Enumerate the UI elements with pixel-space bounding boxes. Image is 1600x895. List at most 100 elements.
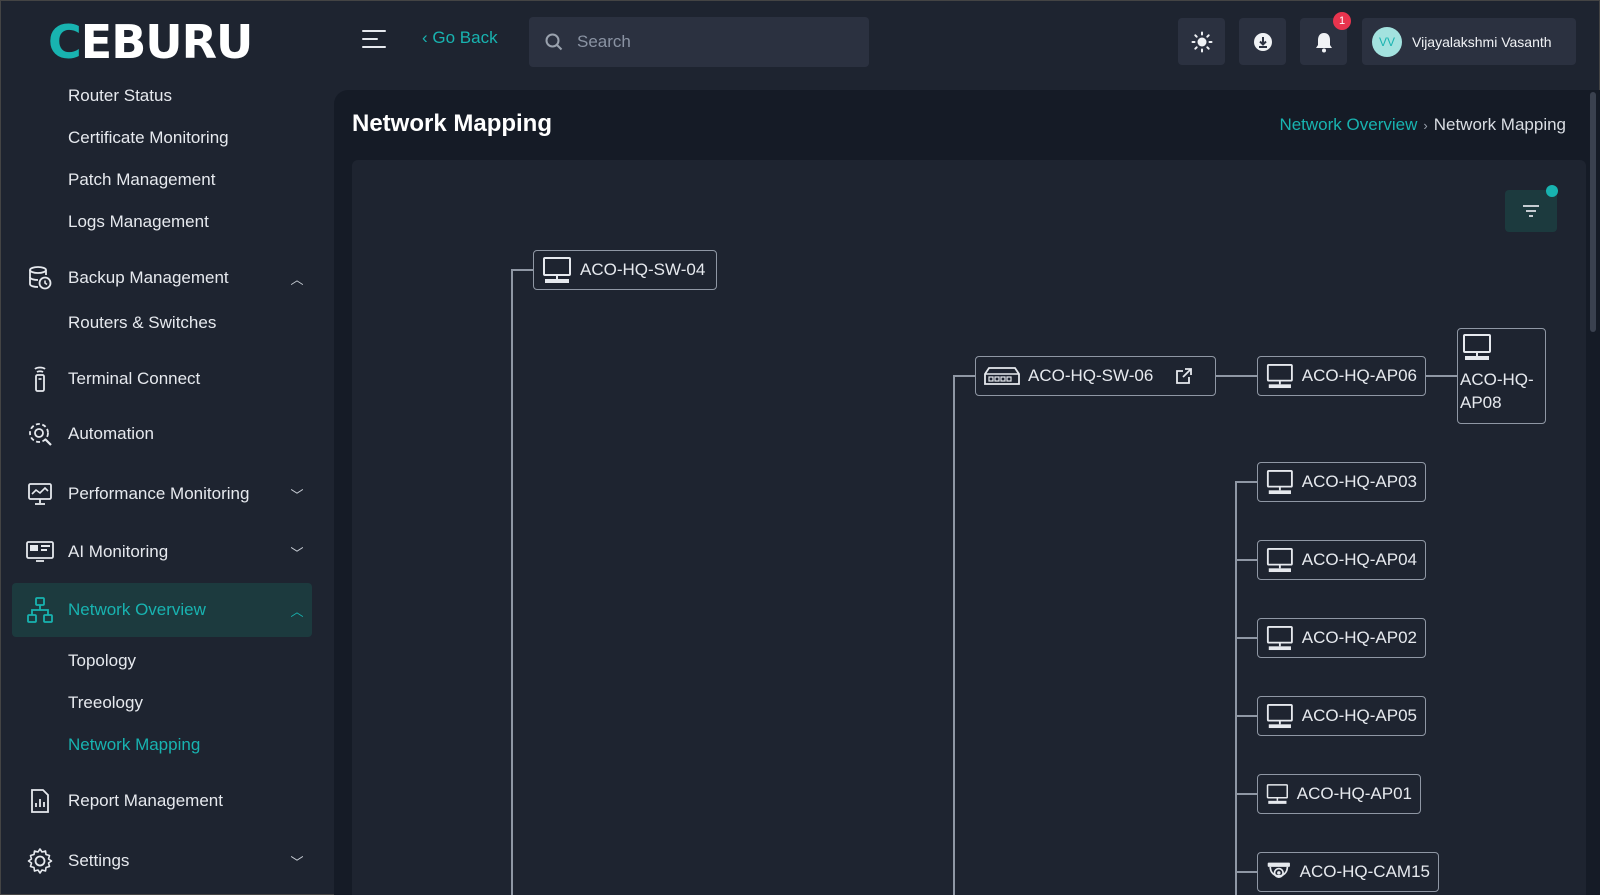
connector-line xyxy=(1235,559,1257,561)
sidebar-label: Report Management xyxy=(68,791,223,810)
report-icon xyxy=(31,789,49,813)
node-label: ACO-HQ-AP04 xyxy=(1301,550,1417,569)
sidebar-item-patch-management[interactable]: Patch Management xyxy=(68,170,215,190)
bell-icon xyxy=(1315,32,1332,52)
monitor-icon xyxy=(1266,469,1293,495)
connector-line xyxy=(1235,793,1257,795)
sidebar-item-report-management[interactable]: Report Management xyxy=(12,774,312,828)
theme-toggle-button[interactable] xyxy=(1178,18,1225,65)
map-node-ap02[interactable]: ACO-HQ-AP02 xyxy=(1257,618,1426,658)
chevron-down-icon: ﹀ xyxy=(290,545,304,561)
connector-line xyxy=(511,269,533,271)
switch-icon xyxy=(984,367,1020,385)
node-label: ACO-HQ-CAM15 xyxy=(1299,862,1430,881)
connector-line xyxy=(1235,715,1257,717)
node-label: ACO-HQ-AP05 xyxy=(1301,706,1417,725)
node-label: ACO-HQ-AP02 xyxy=(1301,628,1417,647)
sidebar-item-network-overview[interactable]: Network Overview ︿ xyxy=(12,583,312,637)
sidebar-item-settings[interactable]: Settings ﹀ xyxy=(12,834,312,888)
connector-line xyxy=(1235,871,1257,873)
monitor-icon xyxy=(1266,363,1293,389)
filter-active-dot xyxy=(1546,185,1558,197)
node-label: ACO-HQ-AP08 xyxy=(1460,370,1534,412)
breadcrumb-link-network-overview[interactable]: Network Overview xyxy=(1279,115,1417,134)
sidebar-item-treeology[interactable]: Treeology xyxy=(68,693,143,713)
download-button[interactable] xyxy=(1239,18,1286,65)
chevron-up-icon: ︿ xyxy=(290,271,304,287)
connector-line xyxy=(1235,481,1257,483)
connector-line xyxy=(1425,375,1457,377)
filter-icon xyxy=(1523,205,1539,217)
sidebar-item-routers-switches[interactable]: Routers & Switches xyxy=(68,313,216,333)
sidebar-label: Network Overview xyxy=(68,600,206,619)
connector-line xyxy=(511,269,513,895)
map-node-ap04[interactable]: ACO-HQ-AP04 xyxy=(1257,540,1426,580)
search-input[interactable] xyxy=(577,32,837,52)
backup-icon xyxy=(29,266,52,290)
map-node-ap03[interactable]: ACO-HQ-AP03 xyxy=(1257,462,1426,502)
sidebar-item-terminal-connect[interactable]: Terminal Connect xyxy=(12,352,312,406)
page-title: Network Mapping xyxy=(352,110,553,137)
notification-badge: 1 xyxy=(1333,12,1351,30)
node-label: ACO-HQ-SW-06 xyxy=(1028,366,1154,385)
connector-line xyxy=(1215,375,1257,377)
map-node-sw04[interactable]: ACO-HQ-SW-04 xyxy=(533,250,717,290)
terminal-icon xyxy=(34,366,46,392)
automation-icon xyxy=(29,423,52,446)
map-node-cam15[interactable]: ACO-HQ-CAM15 xyxy=(1257,852,1439,892)
sun-icon xyxy=(1191,31,1212,52)
sidebar-label: Terminal Connect xyxy=(68,369,201,388)
avatar: VV xyxy=(1372,26,1402,57)
chevron-up-icon: ︿ xyxy=(290,603,304,619)
node-label: ACO-HQ-AP01 xyxy=(1296,784,1412,803)
external-link-icon[interactable] xyxy=(1175,367,1193,385)
sidebar-label: Backup Management xyxy=(68,268,229,287)
sidebar-item-backup-management[interactable]: Backup Management ︿ xyxy=(12,251,312,305)
map-node-ap01[interactable]: ACO-HQ-AP01 xyxy=(1257,774,1421,814)
connector-line xyxy=(953,375,975,377)
monitor-icon xyxy=(1266,784,1288,804)
breadcrumb-current: Network Mapping xyxy=(1433,115,1566,134)
node-label: ACO-HQ-SW-04 xyxy=(580,260,706,279)
monitor-icon xyxy=(1266,625,1293,651)
top-bar: CEBURU ‹ Go Back Search 1 VV Vijayalaksh… xyxy=(0,0,1600,86)
connector-line xyxy=(1235,481,1237,895)
sidebar-item-topology[interactable]: Topology xyxy=(68,651,136,671)
app-logo[interactable]: CEBURU xyxy=(48,18,253,66)
sidebar-item-network-mapping[interactable]: Network Mapping xyxy=(68,735,200,755)
sidebar-item-certificate-monitoring[interactable]: Certificate Monitoring xyxy=(68,128,229,148)
sidebar-item-ai-monitoring[interactable]: AI Monitoring ﹀ xyxy=(12,525,312,579)
go-back-link[interactable]: ‹ Go Back xyxy=(422,28,498,48)
menu-toggle-button[interactable] xyxy=(362,30,386,50)
node-label: ACO-HQ-AP03 xyxy=(1301,472,1417,491)
notifications-button[interactable]: 1 xyxy=(1300,12,1351,65)
search-icon xyxy=(545,33,563,51)
sidebar-item-logs-management[interactable]: Logs Management xyxy=(68,212,209,232)
monitor-icon xyxy=(1463,334,1491,360)
map-node-sw06[interactable]: ACO-HQ-SW-06 xyxy=(975,356,1216,396)
sidebar-item-automation[interactable]: Automation xyxy=(12,407,312,461)
gear-icon xyxy=(27,848,53,874)
monitor-icon xyxy=(1266,547,1293,573)
map-node-ap06[interactable]: ACO-HQ-AP06 xyxy=(1257,356,1426,396)
sidebar-item-performance-monitoring[interactable]: Performance Monitoring ﹀ xyxy=(12,467,312,521)
user-name: Vijayalakshmi Vasanth xyxy=(1412,33,1552,50)
chevron-down-icon: ﹀ xyxy=(290,487,304,503)
sidebar-label: Settings xyxy=(68,851,130,870)
ai-monitor-icon xyxy=(26,541,54,562)
user-menu[interactable]: VV Vijayalakshmi Vasanth xyxy=(1362,18,1576,65)
sidebar-label: AI Monitoring xyxy=(68,542,169,561)
node-label: ACO-HQ-AP06 xyxy=(1301,366,1417,385)
map-node-ap08[interactable]: ACO-HQ-AP08 xyxy=(1457,328,1546,424)
performance-icon xyxy=(28,483,52,505)
connector-line xyxy=(953,375,955,895)
chevron-down-icon: ﹀ xyxy=(290,854,304,870)
scrollbar[interactable] xyxy=(1590,92,1596,332)
sidebar: Router Status Certificate Monitoring Pat… xyxy=(0,86,325,895)
sidebar-item-router-status[interactable]: Router Status xyxy=(68,86,172,106)
map-node-ap05[interactable]: ACO-HQ-AP05 xyxy=(1257,696,1426,736)
search-bar[interactable] xyxy=(529,17,869,67)
monitor-icon xyxy=(1266,703,1293,729)
connector-line xyxy=(1235,637,1257,639)
monitor-icon xyxy=(543,257,571,283)
